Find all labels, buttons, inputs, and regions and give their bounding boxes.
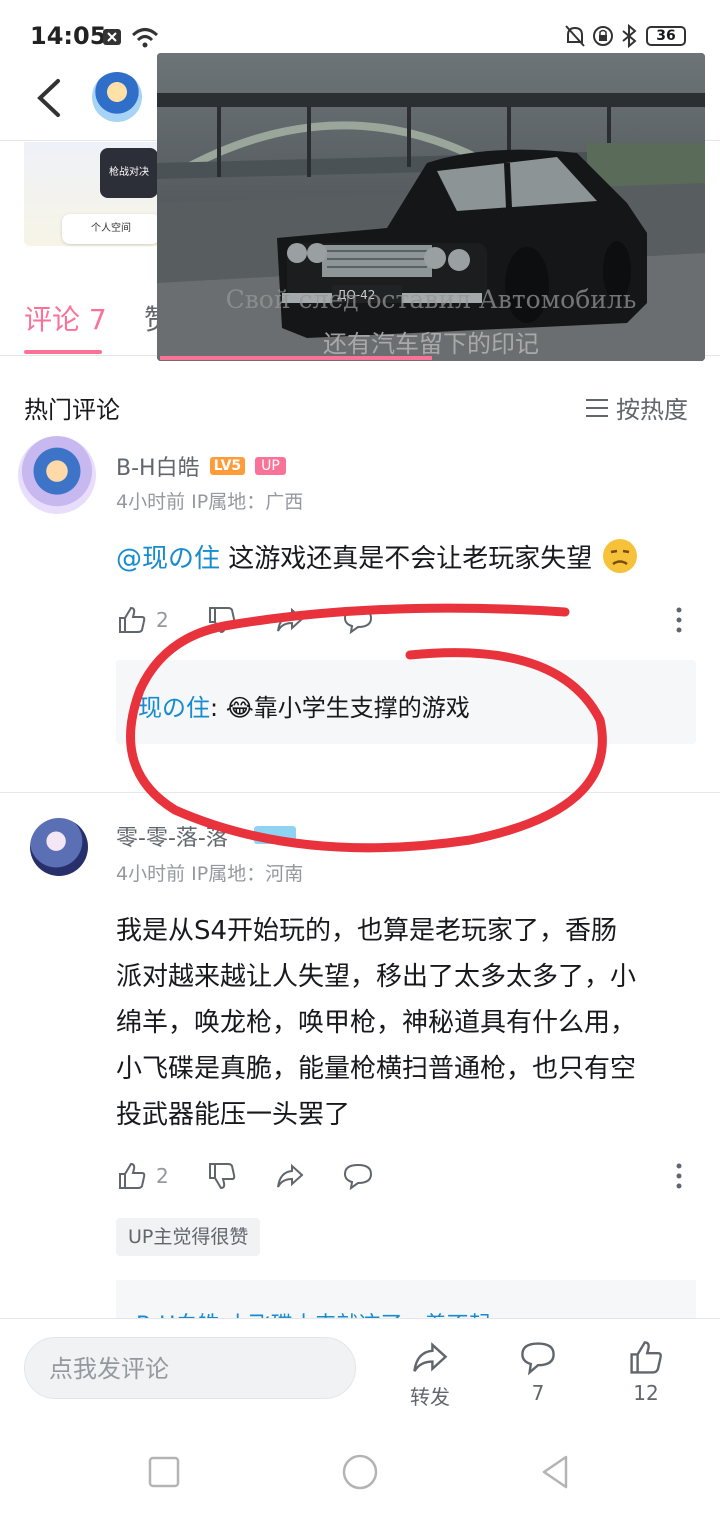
back-arrow-icon[interactable]: [34, 78, 64, 118]
battery-indicator: 36: [646, 26, 686, 46]
comment-meta: 4小时前 IP属地：广西: [116, 491, 304, 513]
bluetooth-icon: [622, 24, 637, 48]
comment-line: 投武器能压一头罢了: [116, 1100, 351, 1130]
thumbs-up-icon: [119, 1162, 146, 1189]
up-badge: UP: [255, 457, 286, 475]
share-icon[interactable]: [274, 604, 306, 636]
notification-icon: [103, 29, 121, 45]
comment-line: 绵羊，唤龙枪，唤甲枪，神秘道具有什么用，: [116, 1008, 637, 1038]
sort-label: 按热度: [616, 396, 688, 424]
comment-mention[interactable]: @现の住: [116, 544, 220, 574]
like-count: 2: [156, 1164, 169, 1188]
emoji-icon: [602, 539, 637, 573]
mute-icon: [565, 25, 585, 47]
thumbs-up-icon: [630, 1341, 662, 1374]
video-progress-bar[interactable]: [160, 356, 432, 360]
thumbs-down-icon[interactable]: [206, 604, 238, 636]
reply-icon[interactable]: [342, 1160, 374, 1192]
reply-text: : 😂靠小学生支撑的游戏: [210, 694, 470, 722]
home-icon[interactable]: [340, 1452, 380, 1492]
comment-line: 小飞碟是真脆，能量枪横扫普通枪，也只有空: [116, 1054, 637, 1084]
status-time: 14:05: [30, 22, 107, 50]
thumbnail-button-space: 个人空间: [62, 214, 160, 244]
comment-content: @现の住 这游戏还真是不会让老玩家失望: [116, 536, 696, 582]
like-video-button[interactable]: 12: [606, 1340, 686, 1405]
reply-preview-box[interactable]: B-H白皓 小飞碟本来就这了，着不起: [116, 1280, 696, 1320]
recent-apps-icon[interactable]: [144, 1452, 184, 1492]
comment-line: 我是从S4开始玩的，也算是老玩家了，香肠: [116, 916, 618, 946]
share-label: 转发: [410, 1385, 450, 1409]
like-button[interactable]: 2: [116, 604, 169, 636]
video-subtitle-russian: Свой след оставил Автомобиль: [225, 285, 637, 314]
comment-button[interactable]: 7: [498, 1340, 578, 1405]
floating-video-player[interactable]: ДО-42: [157, 53, 705, 361]
more-options-icon[interactable]: [674, 606, 684, 634]
like-button[interactable]: 2: [116, 1160, 169, 1192]
thumbs-down-icon[interactable]: [206, 1160, 238, 1192]
up-liked-tag: UP主觉得很赞: [116, 1218, 261, 1256]
more-options-icon[interactable]: [674, 1162, 684, 1190]
wifi-icon: [131, 28, 159, 48]
sort-icon: [586, 398, 608, 417]
comment-username[interactable]: B-H白皓: [116, 450, 200, 482]
tab-active-indicator: [24, 350, 102, 354]
like-count: 2: [156, 608, 169, 632]
comment-avatar[interactable]: [18, 436, 96, 514]
reply-preview: 现の住: 😂靠小学生支撑的游戏: [138, 688, 470, 723]
video-subtitle-chinese: 还有汽车留下的印记: [323, 330, 539, 358]
share-icon: [413, 1342, 448, 1372]
comment-content: 我是从S4开始玩的，也算是老玩家了，香肠 派对越来越让人失望，移出了太多太多了，…: [116, 908, 706, 1138]
level-badge: LV5: [209, 457, 246, 475]
tab-comments[interactable]: 评论 7: [24, 298, 107, 338]
share-button[interactable]: 转发: [390, 1340, 470, 1410]
comment-username[interactable]: 零-零-落-落: [116, 820, 228, 852]
comment-input[interactable]: 点我发评论: [24, 1337, 356, 1399]
thumbs-up-icon: [119, 606, 146, 633]
comment-line: 派对越来越让人失望，移出了太多太多了，小: [116, 962, 637, 992]
reply-icon[interactable]: [342, 604, 374, 636]
level-badge: [254, 826, 296, 844]
comment-count: 7: [531, 1381, 545, 1405]
comment-header: B-H白皓 LV5 UP: [116, 450, 286, 482]
sort-button[interactable]: 按热度: [586, 390, 688, 425]
hot-comments-title: 热门评论: [24, 396, 120, 424]
up-avatar[interactable]: [92, 72, 142, 122]
thumbnail-button-battle: 枪战对决: [100, 148, 158, 198]
share-icon[interactable]: [274, 1160, 306, 1192]
comment-text: 这游戏还真是不会让老玩家失望: [220, 544, 593, 574]
lock-rotation-icon: [593, 26, 613, 46]
reply-username[interactable]: 现の住: [138, 694, 210, 722]
comment-avatar[interactable]: [30, 818, 88, 876]
comment-meta: 4小时前 IP属地：河南: [116, 863, 304, 885]
comment-divider: [0, 792, 720, 793]
like-count: 12: [633, 1381, 659, 1405]
nav-back-icon[interactable]: [536, 1452, 576, 1492]
comment-icon: [521, 1342, 555, 1376]
